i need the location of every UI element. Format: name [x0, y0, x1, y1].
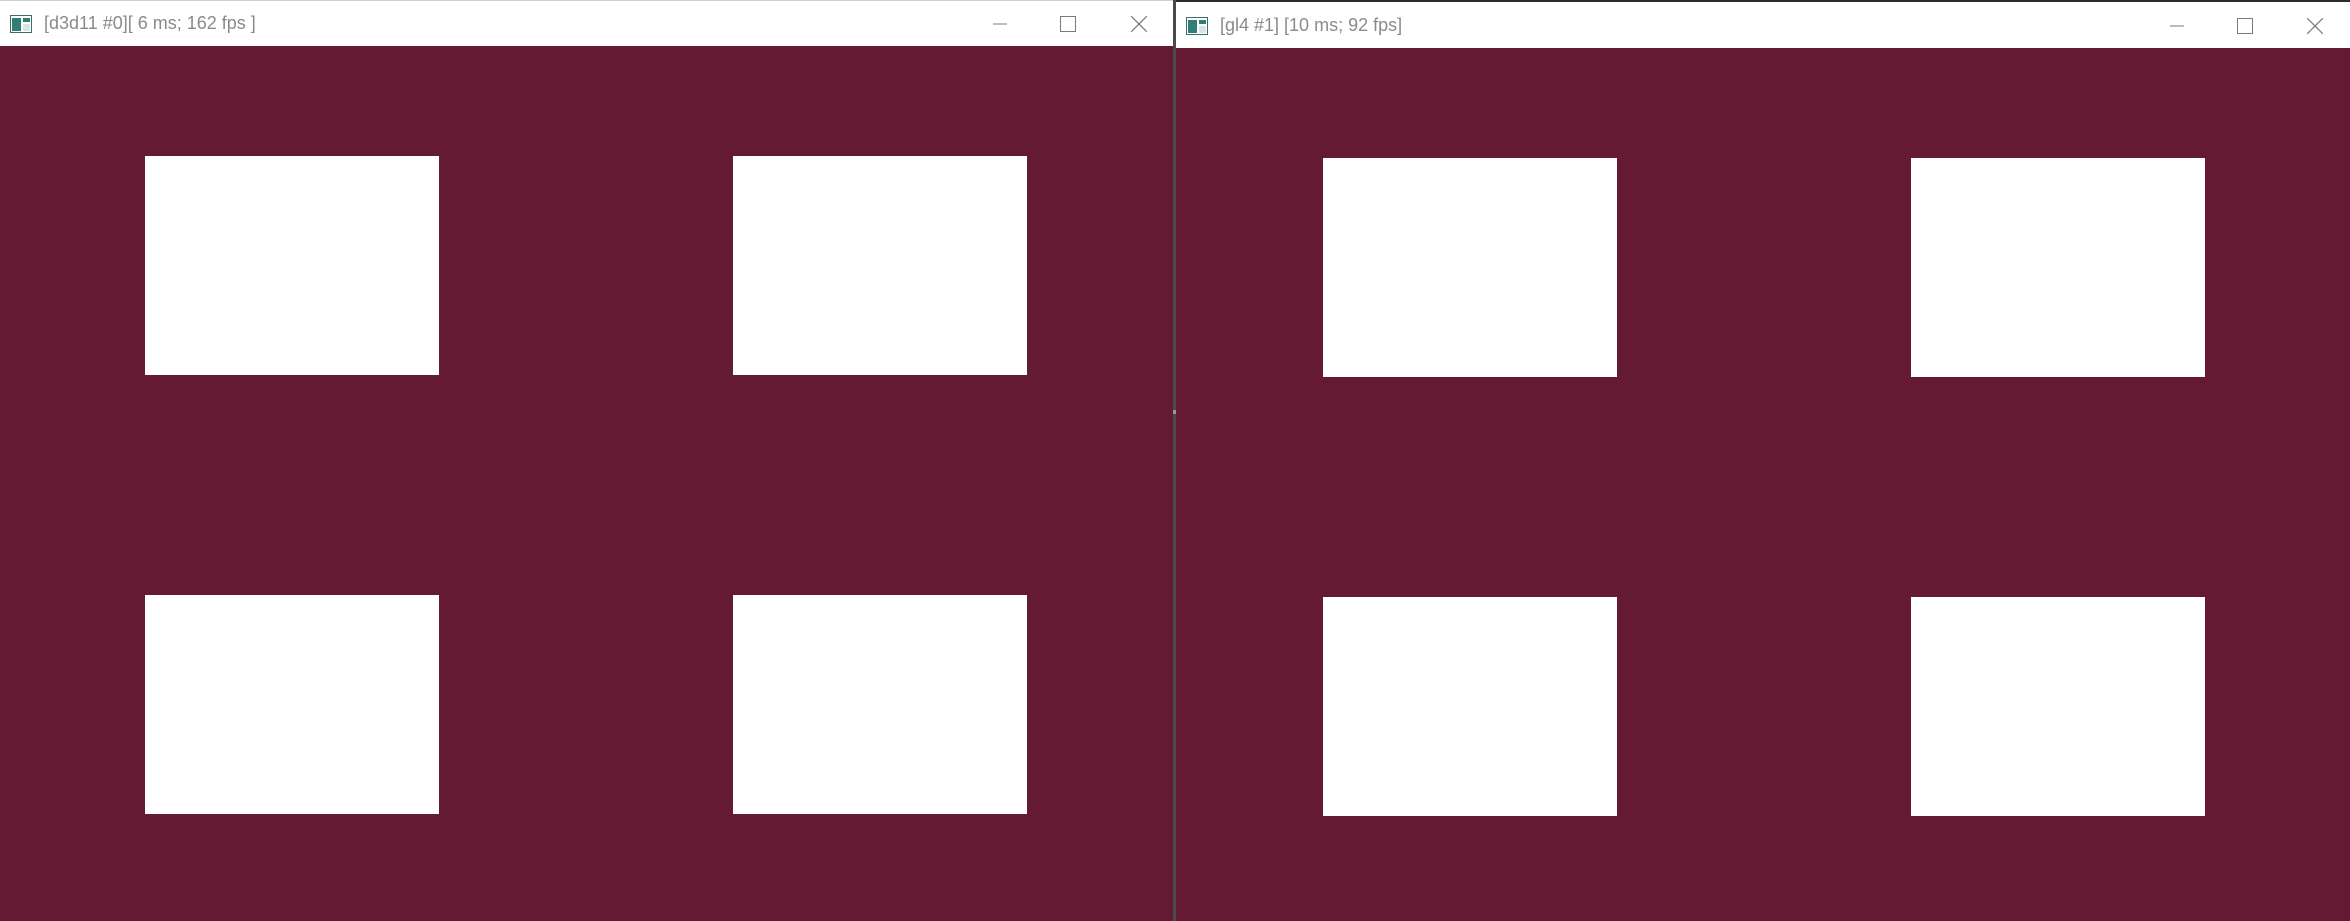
- white-quad-top-right: [1911, 158, 2205, 377]
- title-bar[interactable]: [gl4 #1] [10 ms; 92 fps]: [1176, 0, 2350, 48]
- minimize-icon: [993, 17, 1007, 31]
- app-window-icon: [10, 15, 32, 33]
- render-viewport[interactable]: [1176, 48, 2350, 921]
- white-quad-bottom-right: [733, 595, 1027, 814]
- close-icon: [1131, 16, 1147, 32]
- window-title: [gl4 #1] [10 ms; 92 fps]: [1220, 15, 1403, 35]
- app-window-icon: [1186, 17, 1208, 35]
- title-bar[interactable]: [d3d11 #0][ 6 ms; 162 fps ]: [0, 0, 1173, 46]
- window-title: [d3d11 #0][ 6 ms; 162 fps ]: [44, 13, 256, 33]
- white-quad-top-right: [733, 156, 1027, 375]
- close-button[interactable]: [1104, 1, 1173, 47]
- white-quad-bottom-left: [1323, 597, 1617, 816]
- window-top-edge: [1176, 0, 2350, 2]
- close-button[interactable]: [2280, 3, 2350, 49]
- white-quad-top-left: [1323, 158, 1617, 377]
- minimize-button[interactable]: [2142, 3, 2212, 49]
- close-icon: [2307, 18, 2323, 34]
- minimize-button[interactable]: [965, 1, 1035, 47]
- maximize-icon: [1060, 16, 1076, 32]
- window-d3d11[interactable]: [d3d11 #0][ 6 ms; 162 fps ]: [0, 0, 1173, 921]
- white-quad-bottom-left: [145, 595, 439, 814]
- white-quad-top-left: [145, 156, 439, 375]
- window-gl4[interactable]: [gl4 #1] [10 ms; 92 fps]: [1176, 0, 2350, 921]
- render-viewport[interactable]: [0, 46, 1173, 921]
- maximize-button[interactable]: [2210, 3, 2280, 49]
- maximize-icon: [2237, 18, 2253, 34]
- maximize-button[interactable]: [1033, 1, 1103, 47]
- white-quad-bottom-right: [1911, 597, 2205, 816]
- minimize-icon: [2170, 19, 2184, 33]
